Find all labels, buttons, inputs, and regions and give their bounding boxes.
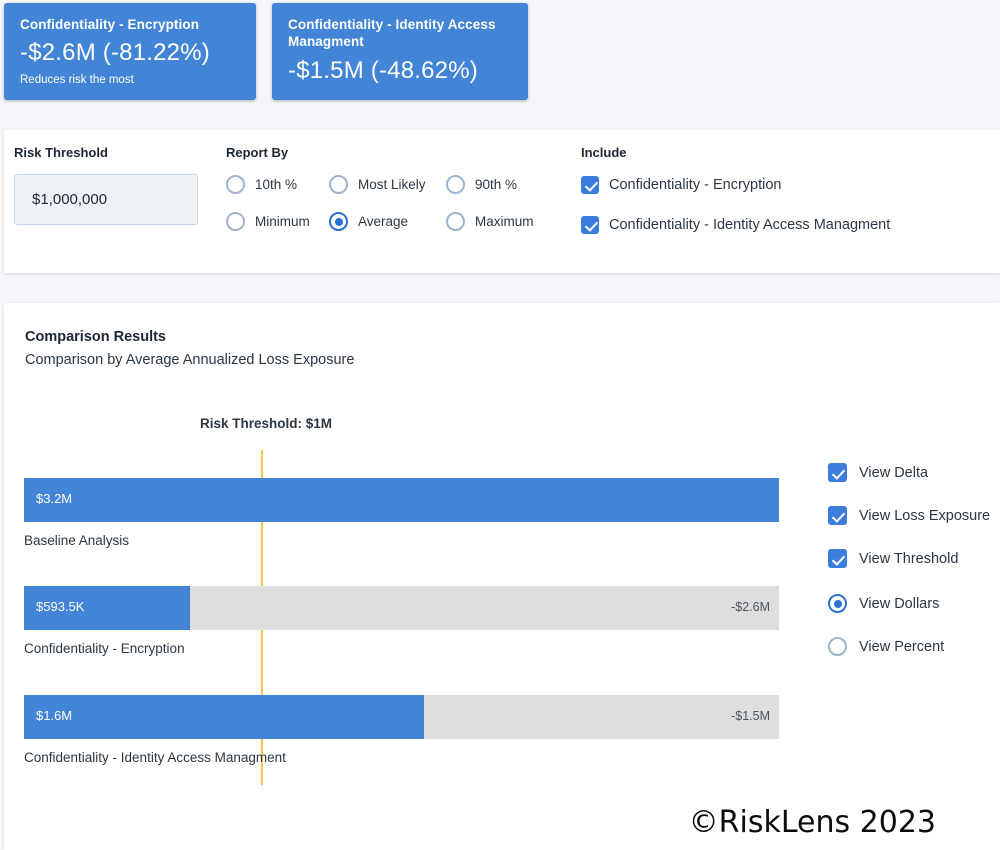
summary-card-note: Reduces risk the most	[20, 74, 134, 86]
summary-card-title: Confidentiality - Identity Access Managm…	[288, 17, 496, 49]
legend-option-label: View Dollars	[859, 595, 940, 612]
legend-option-label: View Delta	[859, 464, 929, 481]
checkbox-checked-icon[interactable]	[828, 549, 847, 568]
comparison-results-panel: Comparison Results Comparison by Average…	[4, 303, 1000, 850]
risk-threshold-caption: Risk Threshold: $1M	[200, 416, 333, 431]
bar-track: $593.5K -$2.6M	[24, 586, 779, 630]
risk-threshold-group: Risk Threshold $1,000,000	[14, 145, 198, 225]
checkbox-checked-icon[interactable]	[581, 176, 599, 194]
report-by-option-maximum[interactable]: Maximum	[446, 212, 556, 231]
checkbox-checked-icon[interactable]	[828, 463, 847, 482]
radio-selected-icon[interactable]	[828, 594, 847, 613]
include-option-identity-access-managment[interactable]: Confidentiality - Identity Access Managm…	[581, 216, 890, 234]
report-by-group: Report By 10th % Most Likely 90th % Mini…	[226, 145, 556, 231]
summary-card-encryption[interactable]: Confidentiality - Encryption -$2.6M (-81…	[4, 3, 256, 100]
summary-card-value: -$2.6M (-81.22%)	[20, 39, 210, 66]
summary-card-value: -$1.5M (-48.62%)	[288, 57, 478, 84]
legend-option-view-delta[interactable]: View Delta	[828, 463, 990, 482]
legend-option-label: View Loss Exposure	[859, 507, 991, 524]
legend-option-label: View Threshold	[859, 550, 959, 567]
legend-option-view-percent[interactable]: View Percent	[828, 637, 990, 656]
watermark: ©RiskLens 2023	[688, 805, 936, 840]
include-label: Include	[581, 145, 627, 160]
report-by-options: 10th % Most Likely 90th % Minimum Averag…	[226, 175, 556, 231]
summary-card-identity-access-managment[interactable]: Confidentiality - Identity Access Managm…	[272, 3, 528, 100]
bar-fill	[24, 695, 425, 739]
filters-panel: Risk Threshold $1,000,000 Report By 10th…	[4, 130, 1000, 273]
report-by-option-label: Minimum	[255, 214, 310, 229]
bar-category-label: Confidentiality - Encryption	[24, 641, 185, 656]
chart-legend: View Delta View Loss Exposure View Thres…	[828, 463, 990, 680]
comparison-bar-chart: Risk Threshold: $1M $3.2M Baseline Analy…	[4, 303, 1000, 850]
legend-option-label: View Percent	[859, 638, 945, 655]
include-options: Confidentiality - Encryption Confidentia…	[581, 176, 890, 234]
report-by-option-minimum[interactable]: Minimum	[226, 212, 329, 231]
bar-track: $3.2M	[24, 478, 779, 522]
include-group: Include Confidentiality - Encryption Con…	[581, 145, 890, 234]
report-by-option-label: Average	[358, 214, 409, 229]
radio-selected-icon[interactable]	[329, 212, 348, 231]
checkbox-checked-icon[interactable]	[828, 506, 847, 525]
bar-delta-label: -$2.6M	[731, 600, 770, 614]
radio-icon[interactable]	[329, 175, 348, 194]
bar-category-label: Confidentiality - Identity Access Managm…	[24, 750, 286, 765]
radio-icon[interactable]	[828, 637, 847, 656]
include-option-label: Confidentiality - Identity Access Managm…	[609, 217, 891, 233]
app-root: Confidentiality - Encryption -$2.6M (-81…	[0, 0, 1000, 850]
report-by-option-label: Maximum	[475, 214, 534, 229]
summary-cards-strip: Confidentiality - Encryption -$2.6M (-81…	[0, 0, 1000, 119]
radio-icon[interactable]	[446, 212, 465, 231]
radio-icon[interactable]	[446, 175, 465, 194]
report-by-option-90th-percent[interactable]: 90th %	[446, 175, 556, 194]
report-by-option-label: 10th %	[255, 177, 298, 192]
bar-value-label: $593.5K	[36, 599, 85, 614]
report-by-option-label: Most Likely	[358, 177, 426, 192]
bar-track: $1.6M -$1.5M	[24, 695, 779, 739]
report-by-option-label: 90th %	[475, 177, 518, 192]
bar-fill	[24, 478, 779, 522]
risk-threshold-label: Risk Threshold	[14, 145, 108, 160]
summary-card-title: Confidentiality - Encryption	[20, 17, 200, 32]
include-option-encryption[interactable]: Confidentiality - Encryption	[581, 176, 890, 194]
report-by-option-average[interactable]: Average	[329, 212, 446, 231]
legend-option-view-dollars[interactable]: View Dollars	[828, 594, 990, 613]
legend-option-view-threshold[interactable]: View Threshold	[828, 549, 990, 568]
bar-delta-label: -$1.5M	[731, 709, 770, 723]
radio-icon[interactable]	[226, 212, 245, 231]
include-option-label: Confidentiality - Encryption	[609, 177, 782, 193]
risk-threshold-input[interactable]: $1,000,000	[14, 174, 198, 225]
report-by-option-most-likely[interactable]: Most Likely	[329, 175, 446, 194]
bar-value-label: $3.2M	[36, 491, 73, 506]
bar-value-label: $1.6M	[36, 708, 73, 723]
legend-option-view-loss-exposure[interactable]: View Loss Exposure	[828, 506, 990, 525]
report-by-label: Report By	[226, 145, 289, 160]
report-by-option-10th-percent[interactable]: 10th %	[226, 175, 329, 194]
radio-icon[interactable]	[226, 175, 245, 194]
checkbox-checked-icon[interactable]	[581, 216, 599, 234]
bar-category-label: Baseline Analysis	[24, 533, 130, 548]
